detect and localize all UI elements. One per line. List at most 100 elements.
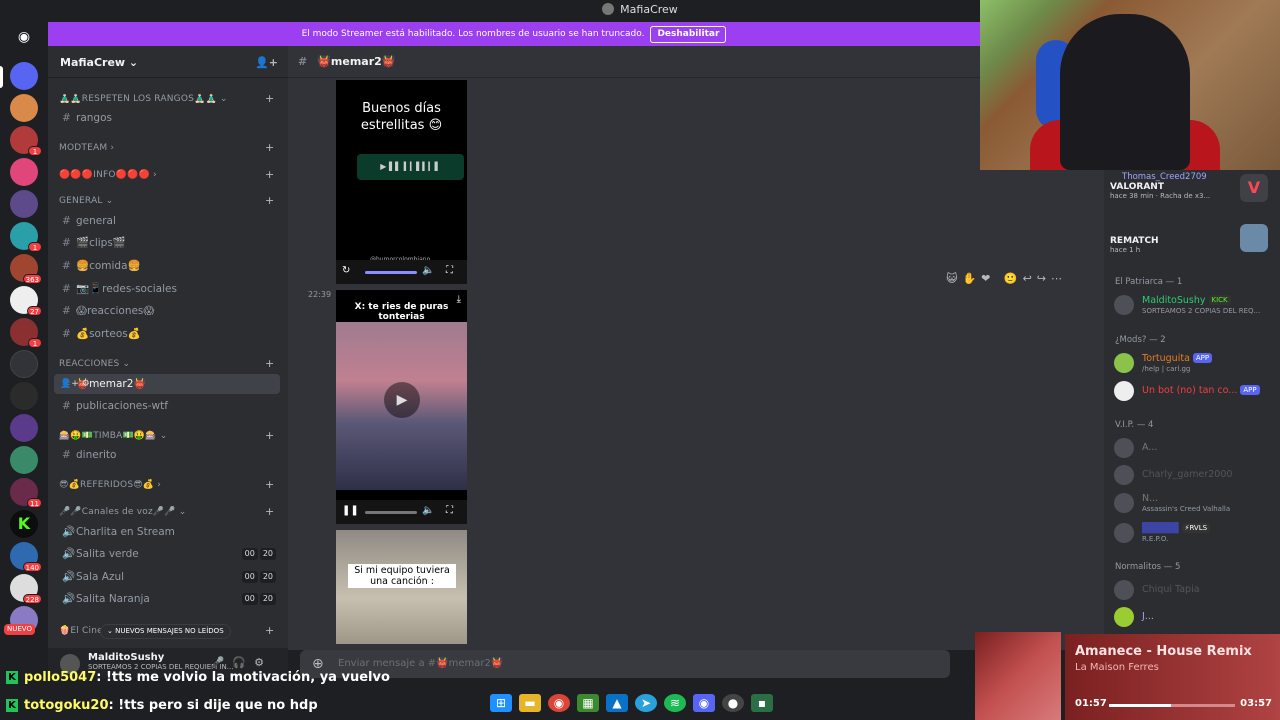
add-channel-icon[interactable]: +: [265, 624, 274, 637]
telegram-icon[interactable]: ➤: [635, 694, 657, 712]
server-icon[interactable]: 1: [10, 318, 42, 348]
category-respeten[interactable]: 🧘🏻‍♂️🧘🏻‍♂️RESPETEN LOS RANGOS🧘🏻‍♂️🧘🏻‍♂️ …: [59, 92, 274, 105]
add-member-icon[interactable]: 👤+: [255, 56, 278, 69]
member-item[interactable]: A...: [1114, 435, 1276, 461]
member-item[interactable]: Un bot (no) tan co... APP: [1114, 378, 1276, 404]
video-attachment[interactable]: Buenos días estrellitas 😊 ▶ ▌▌ ▍▎▌▍▎▌ @h…: [336, 80, 467, 284]
category-reacciones[interactable]: REACCIONES ⌄ +: [59, 357, 274, 370]
category-info[interactable]: 🔴🔴🔴INFO🔴🔴🔴 › +: [59, 168, 274, 181]
category-referidos[interactable]: 😎💰REFERIDOS😎💰 › +: [59, 478, 274, 491]
message-actions[interactable]: 😺✋❤ 🙂↩↪⋯: [946, 272, 1067, 285]
channel-memar2[interactable]: # 👹memar2👹 👤+ ⚙: [54, 374, 280, 394]
chrome-icon[interactable]: ◉: [548, 694, 570, 712]
voice-sala-azul[interactable]: 🔊Sala Azul 00 20: [54, 567, 280, 587]
app-icon[interactable]: ▪: [751, 694, 773, 712]
category-timba[interactable]: 🎰🤑💵TIMBA💵🤑🎰 ⌄ +: [59, 429, 274, 442]
kick-server-icon[interactable]: K: [10, 510, 38, 538]
volume-icon[interactable]: 🔈: [422, 265, 434, 276]
disable-streamer-button[interactable]: Deshabilitar: [650, 26, 727, 43]
channel-general[interactable]: # general: [54, 211, 280, 231]
server-icon[interactable]: 1: [10, 222, 42, 252]
category-voz[interactable]: 🎤🎤Canales de voz🎤🎤 ⌄ +: [59, 505, 274, 518]
video-attachment[interactable]: Si mi equipo tuviera una canción :: [336, 530, 467, 644]
download-icon[interactable]: ⤓: [457, 294, 461, 305]
video-caption: Si mi equipo tuviera una canción :: [348, 564, 456, 588]
add-channel-icon[interactable]: +: [265, 505, 274, 518]
discord-icon[interactable]: ◉: [693, 694, 715, 712]
server-rail: ◉ 1 1 363 27 1 11 K 140 228 NUEVO: [0, 20, 48, 650]
category-label: 🎰🤑💵TIMBA💵🤑🎰 ⌄: [59, 431, 168, 441]
activity-card[interactable]: Thomas_Creed2709 VALORANT hace 38 min · …: [1110, 172, 1274, 208]
video-controls: ↻ 🔈 ⛶: [336, 260, 467, 284]
server-icon[interactable]: [10, 158, 38, 186]
server-icon[interactable]: [10, 94, 38, 122]
add-channel-icon[interactable]: +: [265, 141, 274, 154]
voice-salita-verde[interactable]: 🔊Salita verde 00 20: [54, 544, 280, 564]
channel-reacciones[interactable]: # 😱reacciones😱: [54, 301, 280, 321]
member-name: MalditoSushy: [1142, 295, 1206, 306]
activity-card[interactable]: REMATCH hace 1 h: [1110, 224, 1274, 260]
fullscreen-icon[interactable]: ⛶: [446, 265, 453, 276]
pause-icon[interactable]: ❚❚: [342, 505, 359, 516]
server-icon[interactable]: 1: [10, 126, 42, 156]
folder-icon[interactable]: ▬: [519, 694, 541, 712]
channel-sorteos[interactable]: # 💰sorteos💰: [54, 324, 280, 344]
channel-clips[interactable]: # 🎬clips🎬: [54, 233, 280, 253]
member-item[interactable]: Chiqui Tapia: [1114, 577, 1276, 603]
guild-header[interactable]: MafiaCrew ⌄ 👤+: [48, 46, 288, 78]
add-channel-icon[interactable]: +: [265, 357, 274, 370]
voice-salita-naranja[interactable]: 🔊Salita Naranja 00 20: [54, 589, 280, 609]
channel-rangos[interactable]: # rangos: [54, 108, 280, 128]
member-item[interactable]: J...: [1114, 604, 1276, 630]
progress-bar[interactable]: [365, 271, 417, 274]
member-item[interactable]: Tortuguita APP/help | carl.gg: [1114, 350, 1276, 376]
server-icon[interactable]: [10, 446, 38, 474]
server-icon[interactable]: [10, 382, 38, 410]
spotify-icon[interactable]: ≋: [664, 694, 686, 712]
window-title: MafiaCrew: [620, 3, 678, 16]
channel-publicaciones-wtf[interactable]: # publicaciones-wtf: [54, 396, 280, 416]
new-messages-pill[interactable]: ⌄ NUEVOS MENSAJES NO LEÍDOS: [100, 624, 231, 639]
category-modteam[interactable]: MODTEAM › +: [59, 141, 274, 154]
category-label: 🍿El Cine: [59, 626, 103, 636]
progress-bar[interactable]: [365, 511, 417, 514]
category-general[interactable]: GENERAL ⌄ +: [59, 194, 274, 207]
server-icon[interactable]: [10, 350, 38, 378]
category-label: 🎤🎤Canales de voz🎤🎤 ⌄: [59, 507, 187, 517]
fullscreen-icon[interactable]: ⛶: [446, 505, 453, 516]
channel-comida[interactable]: # 🍔comida🍔: [54, 256, 280, 276]
member-item[interactable]: N... Assassin's Creed Valhalla: [1114, 490, 1276, 516]
kick-icon: K: [6, 671, 18, 684]
obs-icon[interactable]: ●: [722, 694, 744, 712]
add-channel-icon[interactable]: +: [265, 429, 274, 442]
server-icon[interactable]: 11: [10, 478, 42, 508]
add-channel-icon[interactable]: +: [265, 92, 274, 105]
category-cine[interactable]: 🍿El Cine +: [59, 624, 274, 637]
member-item[interactable]: █████ ⚡RVLS R.E.P.O.: [1114, 520, 1276, 546]
volume-icon[interactable]: 🔈: [422, 505, 434, 516]
server-icon[interactable]: 228: [10, 574, 42, 604]
server-icon[interactable]: [10, 62, 38, 90]
member-item[interactable]: MalditoSushy KICK SORTEAMOS 2 COPIAS DEL R…: [1114, 292, 1276, 318]
video-attachment[interactable]: X: te ries de puras tonterias ⤓ ▶ ❚❚ 🔈 ⛶: [336, 290, 467, 524]
minecraft-icon[interactable]: ▦: [577, 694, 599, 712]
chat-user: totogoku20: [24, 698, 109, 713]
add-channel-icon[interactable]: +: [265, 168, 274, 181]
channel-name: 👹memar2👹: [317, 55, 396, 68]
server-icon[interactable]: [10, 414, 38, 442]
discord-icon[interactable]: ◉: [12, 28, 36, 46]
server-icon[interactable]: 27: [10, 286, 42, 316]
member-item[interactable]: Charly_gamer2000: [1114, 462, 1276, 488]
add-channel-icon[interactable]: +: [265, 194, 274, 207]
voice-charlita[interactable]: 🔊Charlita en Stream: [54, 522, 280, 542]
replay-icon[interactable]: ↻: [342, 265, 350, 276]
channel-dinerito[interactable]: # dinerito: [54, 445, 280, 465]
channel-redes-sociales[interactable]: # 📷📱redes-sociales: [54, 279, 280, 299]
play-icon[interactable]: ▶: [384, 382, 420, 418]
windows-start-icon[interactable]: ⊞: [490, 694, 512, 712]
photos-icon[interactable]: ▲: [606, 694, 628, 712]
server-icon[interactable]: 140: [10, 542, 42, 572]
add-channel-icon[interactable]: +: [265, 478, 274, 491]
server-icon[interactable]: 363: [10, 254, 42, 284]
server-icon[interactable]: [10, 190, 38, 218]
